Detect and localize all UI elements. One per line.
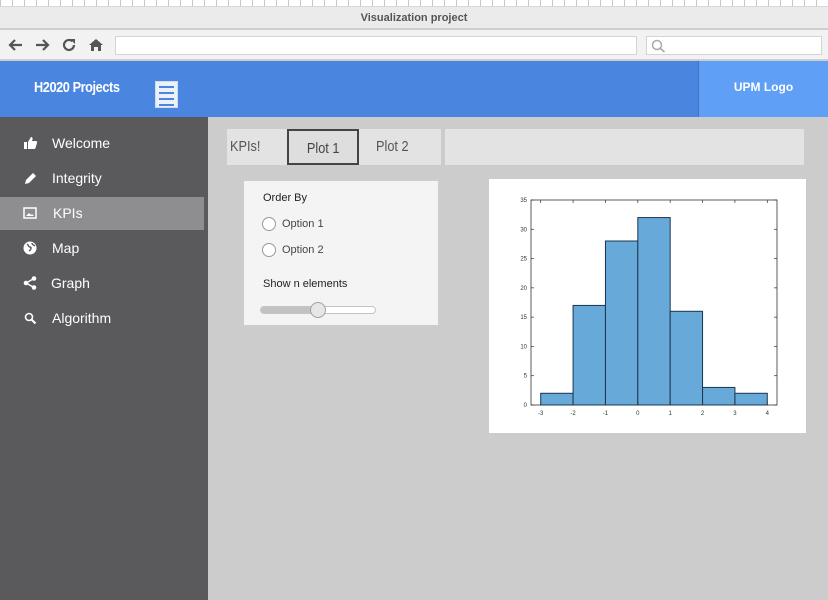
back-arrow-icon[interactable] xyxy=(7,36,25,54)
y-tick-label: 15 xyxy=(520,315,527,321)
order-by-title: Order By xyxy=(263,192,308,204)
browser-toolbar xyxy=(0,30,828,60)
radio-option-2-label: Option 2 xyxy=(282,244,324,256)
sidebar-item-label: Algorithm xyxy=(52,310,112,326)
y-tick-label: 25 xyxy=(520,257,527,263)
sidebar-item-label: Integrity xyxy=(52,170,102,186)
tab-label: Plot 1 xyxy=(306,140,340,157)
app-header: H2020 Projects UPM Logo xyxy=(0,61,828,117)
y-tick-label: 30 xyxy=(520,227,527,233)
sidebar-item-welcome[interactable]: Welcome xyxy=(0,127,204,160)
image-icon xyxy=(23,207,37,219)
sidebar-item-map[interactable]: Map xyxy=(0,232,204,265)
globe-icon xyxy=(23,241,37,255)
sidebar-item-label: Graph xyxy=(51,275,90,291)
y-tick-label: 35 xyxy=(520,198,527,204)
y-tick-label: 10 xyxy=(520,344,527,350)
histogram-bar xyxy=(702,386,736,406)
histogram-bar xyxy=(637,217,671,406)
n-elements-slider[interactable] xyxy=(260,302,376,318)
histogram-chart: -3 -2 -1 0 1 2 3 4 0 5 10 15 20 25 30 35 xyxy=(520,198,778,417)
slider-thumb[interactable] xyxy=(310,302,326,318)
tab-plot-1[interactable]: Plot 1 xyxy=(287,129,359,165)
x-tick-label: 3 xyxy=(733,411,737,417)
logo-box: UPM Logo xyxy=(698,61,828,117)
histogram-card: -3 -2 -1 0 1 2 3 4 0 5 10 15 20 25 30 35 xyxy=(489,179,806,433)
y-tick-label: 5 xyxy=(524,374,528,380)
x-tick-label: -1 xyxy=(603,411,609,417)
reload-icon[interactable] xyxy=(60,36,78,54)
sidebar-item-algorithm[interactable]: Algorithm xyxy=(0,302,204,335)
document-icon[interactable] xyxy=(155,81,178,108)
tab-strip: KPIs! Plot 1 Plot 2 xyxy=(227,129,804,165)
tab-strip-segment xyxy=(445,129,804,165)
search-icon xyxy=(651,39,666,53)
sidebar-item-graph[interactable]: Graph xyxy=(0,267,204,300)
x-tick-label: 1 xyxy=(669,411,673,417)
controls-panel: Order By Option 1 Option 2 Show n elemen… xyxy=(242,179,440,327)
histogram-bar xyxy=(540,392,574,406)
share-icon xyxy=(23,276,37,290)
y-tick-label: 0 xyxy=(524,403,528,409)
brand-title[interactable]: H2020 Projects xyxy=(34,79,120,96)
y-tick-label: 20 xyxy=(520,286,527,292)
x-tick-label: -3 xyxy=(538,411,544,417)
pencil-icon xyxy=(25,173,36,184)
home-icon[interactable] xyxy=(87,36,105,54)
x-tick-label: -2 xyxy=(570,411,576,417)
top-ruler xyxy=(0,0,828,7)
radio-option-2[interactable] xyxy=(262,243,276,257)
search-icon xyxy=(24,312,37,325)
sidebar: Welcome Integrity KPIs Map Graph Algorit… xyxy=(0,117,208,600)
tab-plot-2[interactable]: Plot 2 xyxy=(376,129,409,165)
x-tick-label: 2 xyxy=(701,411,705,417)
tab-heading: KPIs! xyxy=(230,138,261,155)
browser-search-input[interactable] xyxy=(646,36,822,55)
sidebar-item-label: Welcome xyxy=(52,135,111,151)
sidebar-item-integrity[interactable]: Integrity xyxy=(0,162,204,195)
histogram-bar xyxy=(604,240,639,406)
histogram-bar xyxy=(669,310,704,406)
thumbs-up-icon xyxy=(24,137,38,149)
x-tick-label: 4 xyxy=(766,411,770,417)
sidebar-item-label: Map xyxy=(52,240,80,256)
slider-title: Show n elements xyxy=(263,278,348,290)
sidebar-item-kpis[interactable]: KPIs xyxy=(0,197,204,230)
histogram-bar xyxy=(572,304,606,406)
window-title: Visualization project xyxy=(0,7,828,29)
sidebar-item-label: KPIs xyxy=(53,205,83,221)
radio-option-1[interactable] xyxy=(262,217,276,231)
forward-arrow-icon[interactable] xyxy=(33,36,51,54)
x-tick-label: 0 xyxy=(636,411,640,417)
address-bar[interactable] xyxy=(115,36,637,55)
histogram-bar xyxy=(734,392,768,406)
logo-text: UPM Logo xyxy=(733,80,794,94)
radio-option-1-label: Option 1 xyxy=(282,218,324,230)
